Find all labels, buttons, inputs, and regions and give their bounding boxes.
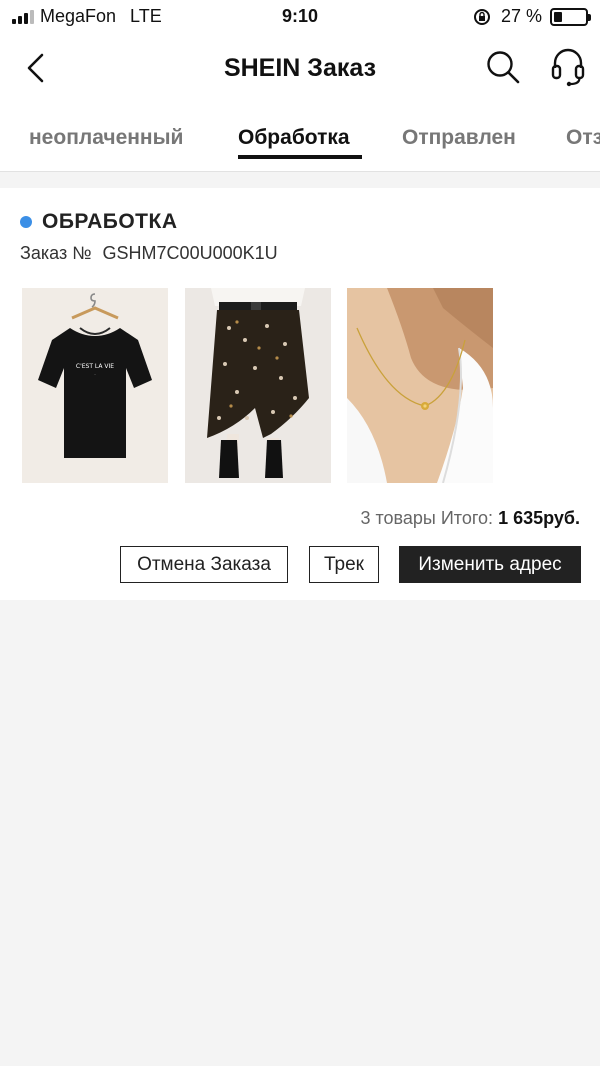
status-bar: MegaFon LTE 9:10 27 % (0, 0, 600, 34)
rotation-lock-icon (473, 8, 490, 25)
status-label: ОБРАБОТКА (42, 210, 178, 233)
track-button[interactable]: Трек (309, 546, 379, 583)
tshirt-print: C'EST LA VIE (76, 363, 114, 370)
floral-skirt-image (185, 288, 331, 483)
order-number: GSHM7C00U000K1U (102, 243, 278, 263)
battery-percent: 27 % (500, 6, 542, 26)
change-address-button[interactable]: Изменить адрес (399, 546, 581, 583)
cancel-order-button[interactable]: Отмена Заказа (120, 546, 288, 583)
battery-icon (550, 7, 591, 26)
order-card[interactable]: ОБРАБОТКА Заказ № GSHM7C00U000K1U C'EST … (0, 188, 600, 600)
summary-prefix: 3 товары Итого: (360, 508, 494, 528)
navigation-bar: SHEIN Заказ (0, 34, 600, 104)
order-number-row: Заказ № GSHM7C00U000K1U (20, 243, 278, 264)
product-image-necklace[interactable] (347, 288, 493, 483)
product-image-skirt[interactable] (185, 288, 331, 483)
order-status-tabs: неоплаченный Обработка Отправлен Отз (0, 104, 600, 172)
active-tab-indicator (238, 155, 362, 159)
order-status: ОБРАБОТКА (20, 210, 178, 234)
order-number-label: Заказ № (20, 243, 92, 263)
tab-unpaid[interactable]: неоплаченный (29, 126, 183, 150)
order-summary: 3 товары Итого: 1 635руб. (360, 508, 580, 529)
order-total: 1 635руб. (498, 508, 580, 528)
status-dot (20, 216, 32, 228)
search-icon[interactable] (484, 48, 522, 86)
svg-text:·: · (94, 372, 95, 377)
product-image-tshirt[interactable]: C'EST LA VIE · (22, 288, 168, 483)
headset-icon[interactable] (548, 46, 588, 88)
black-tshirt-image: C'EST LA VIE · (22, 288, 168, 483)
tab-shipped[interactable]: Отправлен (402, 126, 516, 150)
gold-necklace-image (347, 288, 493, 483)
tab-reviews[interactable]: Отз (566, 126, 600, 150)
tab-processing[interactable]: Обработка (238, 126, 350, 150)
